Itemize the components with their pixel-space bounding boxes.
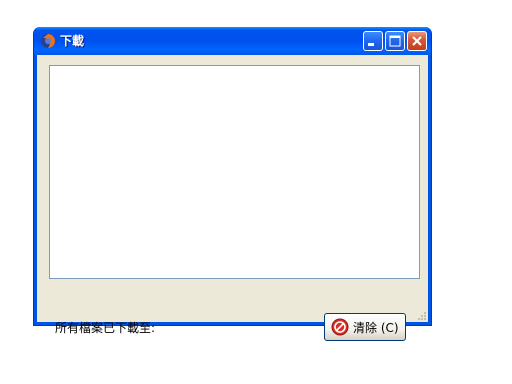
title-bar[interactable]: 下載: [34, 27, 431, 55]
downloads-window: 下載 所有檔案已下載至: 清除 (C): [33, 27, 432, 341]
close-button[interactable]: [407, 31, 427, 51]
window-title: 下載: [60, 34, 85, 48]
window-body: 所有檔案已下載至: 清除 (C): [37, 55, 428, 341]
firefox-icon: [40, 33, 56, 49]
minimize-icon: [368, 43, 374, 46]
minimize-button[interactable]: [363, 31, 383, 51]
clear-button-label: 清除 (C): [353, 320, 399, 335]
maximize-button[interactable]: [385, 31, 405, 51]
clear-button[interactable]: 清除 (C): [324, 313, 406, 341]
maximize-icon: [389, 35, 401, 47]
download-folder-label: 所有檔案已下載至:: [55, 321, 156, 335]
close-icon: [412, 36, 422, 46]
downloads-list[interactable]: [49, 65, 420, 279]
clear-icon: [331, 318, 349, 336]
resize-grip-icon[interactable]: [417, 311, 427, 321]
